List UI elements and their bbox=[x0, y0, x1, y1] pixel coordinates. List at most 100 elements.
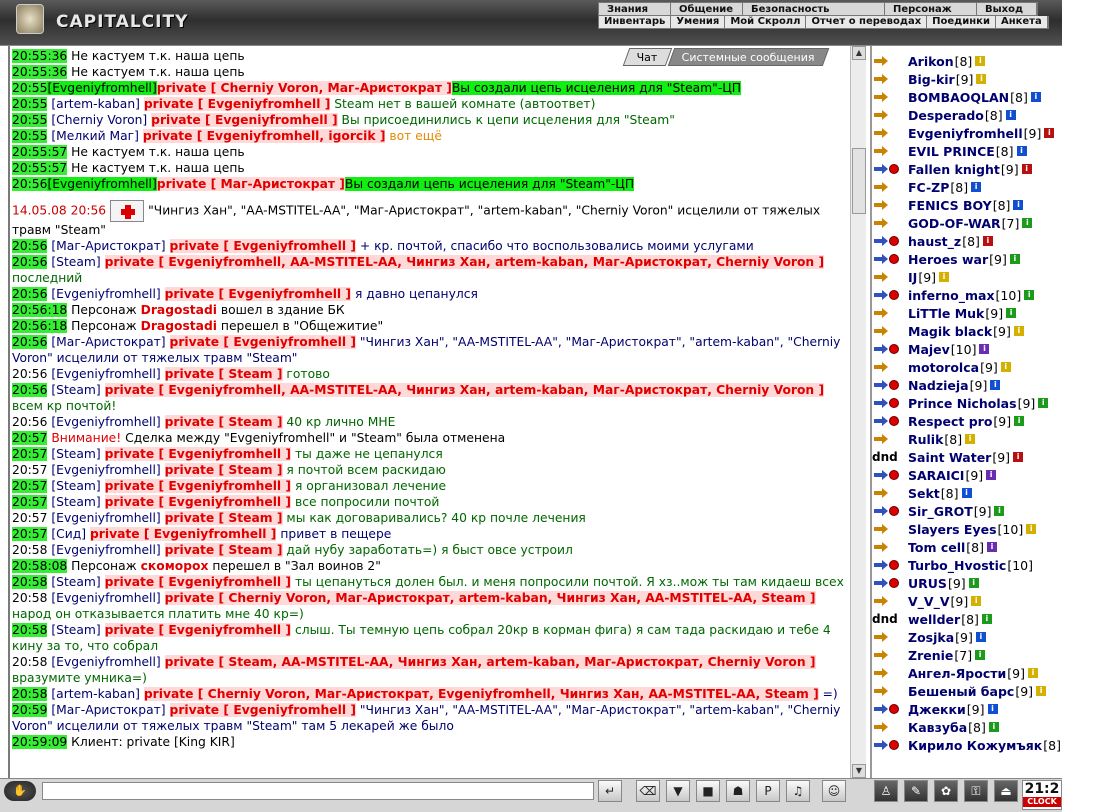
private-message-arrow-icon[interactable] bbox=[872, 739, 888, 751]
private-message-arrow-icon[interactable] bbox=[872, 73, 888, 85]
user-info-icon[interactable]: i bbox=[1038, 398, 1049, 408]
chat-private[interactable]: private [ Steam ] bbox=[164, 543, 283, 557]
private-message-arrow-icon[interactable] bbox=[872, 721, 888, 733]
private-message-arrow-icon[interactable] bbox=[872, 595, 888, 607]
user-name[interactable]: Evgeniyfromhell bbox=[908, 126, 1023, 141]
user-name[interactable]: FENICS BOY bbox=[908, 198, 992, 213]
user-info-icon[interactable]: i bbox=[1022, 218, 1033, 228]
user-list-item[interactable]: dnd Saint Water [9] i bbox=[872, 448, 1062, 466]
chat-nick[interactable]: [Evgeniyfromhell] bbox=[51, 655, 160, 669]
chat-time[interactable]: 20:55 bbox=[12, 129, 48, 143]
chat-time[interactable]: 20:56 bbox=[12, 255, 48, 269]
user-name[interactable]: URUS bbox=[908, 576, 947, 591]
user-info-icon[interactable]: i bbox=[1006, 308, 1017, 318]
user-name[interactable]: Бешеный барс bbox=[908, 684, 1014, 699]
chat-private[interactable]: private [ Evgeniyfromhell ] bbox=[104, 479, 292, 493]
user-info-icon[interactable]: i bbox=[988, 722, 999, 732]
user-info-icon[interactable]: i bbox=[982, 236, 993, 246]
chat-private[interactable]: private [ Steam ] bbox=[164, 367, 283, 381]
private-message-arrow-icon[interactable] bbox=[872, 289, 888, 301]
chat-nick[interactable]: [Steam] bbox=[51, 623, 100, 637]
user-list-item[interactable]: FENICS BOY [8] i bbox=[872, 196, 1062, 214]
user-list-item[interactable]: Prince Nicholas [9] i bbox=[872, 394, 1062, 412]
private-message-arrow-icon[interactable] bbox=[872, 217, 888, 229]
private-message-arrow-icon[interactable] bbox=[872, 649, 888, 661]
chat-time[interactable]: 20:57 bbox=[12, 447, 48, 461]
chat-time[interactable]: 20:55:57 bbox=[12, 161, 68, 175]
chat-time[interactable]: 20:58 bbox=[12, 543, 47, 557]
user-info-icon[interactable]: i bbox=[1036, 686, 1047, 696]
user-list-item[interactable]: motorolca [9] i bbox=[872, 358, 1062, 376]
user-list-item[interactable]: Arikon [8] i bbox=[872, 52, 1062, 70]
user-info-icon[interactable]: i bbox=[987, 542, 998, 552]
user-list-item[interactable]: Evgeniyfromhell [9] i bbox=[872, 124, 1062, 142]
chat-nick[interactable]: [Steam] bbox=[51, 255, 100, 269]
private-message-arrow-icon[interactable] bbox=[872, 379, 888, 391]
user-list-item[interactable]: Big-kir [9] i bbox=[872, 70, 1062, 88]
private-message-arrow-icon[interactable] bbox=[872, 109, 888, 121]
chat-time[interactable]: 20:59:09 bbox=[12, 735, 68, 749]
user-name[interactable]: Heroes war bbox=[908, 252, 988, 267]
menu-transfer-report[interactable]: Отчет о переводах bbox=[806, 16, 928, 28]
user-name[interactable]: Zrenie bbox=[908, 648, 953, 663]
user-info-icon[interactable]: i bbox=[961, 488, 972, 498]
eraser-icon[interactable]: ⌫ bbox=[636, 780, 660, 802]
private-message-arrow-icon[interactable] bbox=[872, 577, 888, 589]
private-message-arrow-icon[interactable] bbox=[872, 163, 888, 175]
private-message-arrow-icon[interactable] bbox=[872, 433, 888, 445]
user-name[interactable]: inferno_max bbox=[908, 288, 995, 303]
user-name[interactable]: GOD-OF-WAR bbox=[908, 216, 1001, 231]
chat-private[interactable]: private [ Steam ] bbox=[164, 463, 283, 477]
chat-time[interactable]: 20:57 bbox=[12, 431, 48, 445]
scroll-icon[interactable]: ✎ bbox=[904, 780, 928, 802]
user-info-icon[interactable]: i bbox=[990, 380, 1001, 390]
private-message-arrow-icon[interactable] bbox=[872, 253, 888, 265]
chat-nick[interactable]: [Evgeniyfromhell] bbox=[51, 367, 160, 381]
private-message-arrow-icon[interactable] bbox=[872, 469, 888, 481]
menu-exit[interactable]: Выход bbox=[977, 3, 1037, 15]
user-info-icon[interactable]: i bbox=[1016, 146, 1027, 156]
private-message-arrow-icon[interactable] bbox=[872, 361, 888, 373]
private-filter-icon[interactable]: P bbox=[756, 780, 780, 802]
chat-nick[interactable]: [Evgeniyfromhell] bbox=[47, 177, 157, 191]
user-name[interactable]: Zosjka bbox=[908, 630, 954, 645]
user-info-icon[interactable]: i bbox=[965, 434, 976, 444]
user-info-icon[interactable]: i bbox=[1014, 416, 1025, 426]
save-icon[interactable]: ■ bbox=[696, 780, 720, 802]
chat-private[interactable]: private [ Маг-Аристократ ] bbox=[156, 177, 345, 191]
user-name[interactable]: FC-ZP bbox=[908, 180, 949, 195]
user-name[interactable]: Saint Water bbox=[908, 450, 991, 465]
user-info-icon[interactable]: i bbox=[1027, 668, 1038, 678]
chat-private[interactable]: private [ Evgeniyfromhell ] bbox=[104, 623, 292, 637]
chat-nick[interactable]: [Evgeniyfromhell] bbox=[51, 415, 160, 429]
private-message-arrow-icon[interactable] bbox=[872, 685, 888, 697]
user-info-icon[interactable]: i bbox=[968, 578, 979, 588]
menu-my-scroll[interactable]: Мой Скролл bbox=[725, 16, 807, 28]
user-list-item[interactable]: Джекки [9] i bbox=[872, 700, 1062, 718]
chat-time[interactable]: 20:58 bbox=[12, 655, 47, 669]
user-list-item[interactable]: Tom cell [8] i bbox=[872, 538, 1062, 556]
chat-time[interactable]: 20:55:57 bbox=[12, 145, 68, 159]
user-list-item[interactable]: Кирило Кожумъяк[8]i bbox=[872, 736, 1062, 754]
chat-private[interactable]: private [ Evgeniyfromhell, igorcik ] bbox=[142, 129, 386, 143]
private-message-arrow-icon[interactable] bbox=[872, 271, 888, 283]
user-list-item[interactable]: dnd wellder [8] i bbox=[872, 610, 1062, 628]
user-list-item[interactable]: Sekt [8] i bbox=[872, 484, 1062, 502]
private-message-arrow-icon[interactable] bbox=[872, 325, 888, 337]
tab-chat[interactable]: Чат bbox=[622, 48, 672, 66]
private-message-arrow-icon[interactable] bbox=[872, 91, 888, 103]
user-name[interactable]: Кирило Кожумъяк bbox=[908, 738, 1042, 753]
private-message-arrow-icon[interactable] bbox=[872, 235, 888, 247]
chat-nick[interactable]: Dragostadi bbox=[141, 319, 217, 333]
chat-nick[interactable]: [Мелкий Маг] bbox=[51, 129, 139, 143]
quest-icon[interactable]: ✿ bbox=[934, 780, 958, 802]
user-name[interactable]: Nadzieja bbox=[908, 378, 969, 393]
chat-private[interactable]: private [ Cherniy Voron, Маг-Аристократ,… bbox=[164, 591, 816, 605]
user-name[interactable]: Джекки bbox=[908, 702, 966, 717]
chat-nick[interactable]: [Evgeniyfromhell] bbox=[51, 543, 160, 557]
user-list-item[interactable]: Ангел-Ярости [9] i bbox=[872, 664, 1062, 682]
scroll-down-arrow-icon[interactable]: ▼ bbox=[852, 764, 866, 778]
user-info-icon[interactable]: i bbox=[1013, 326, 1024, 336]
menu-security[interactable]: Безопасность bbox=[743, 3, 885, 15]
chat-nick[interactable]: Dragostadi bbox=[141, 303, 217, 317]
